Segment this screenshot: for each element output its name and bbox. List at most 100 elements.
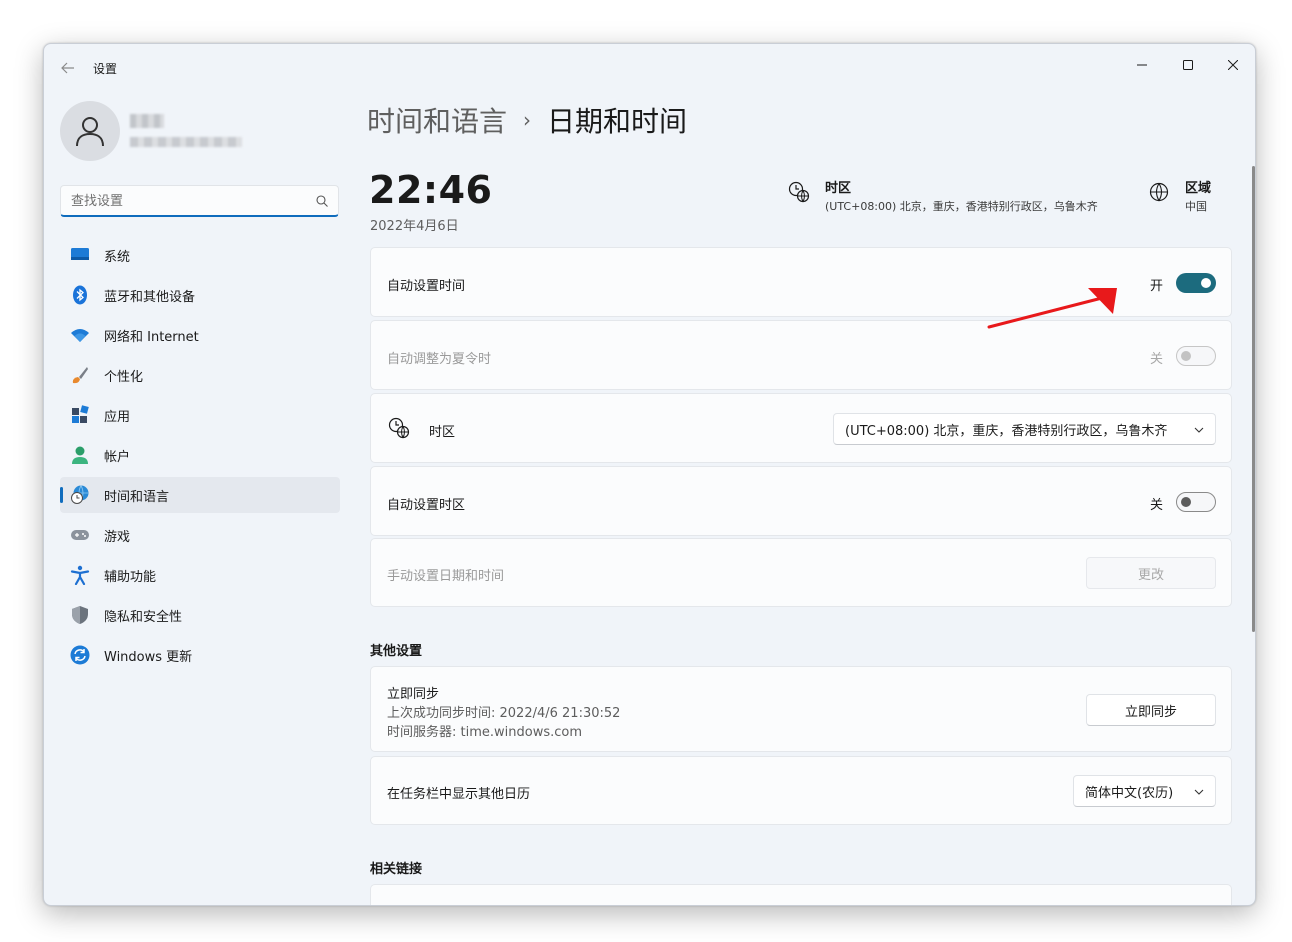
timezone-card: 时区 (UTC+08:00) 北京，重庆，香港特别行政区，乌鲁木齐 [370, 393, 1232, 463]
scrollbar[interactable] [1252, 166, 1255, 632]
sidebar-item-privacy[interactable]: 隐私和安全性 [60, 597, 340, 633]
annotation-arrow-icon [987, 288, 1117, 329]
sidebar-item-system[interactable]: 系统 [60, 237, 340, 273]
title-bar: 设置 [44, 44, 1255, 90]
sidebar-item-label: 应用 [104, 409, 131, 425]
sidebar-item-bluetooth[interactable]: 蓝牙和其他设备 [60, 277, 340, 313]
change-datetime-button[interactable]: 更改 [1086, 557, 1216, 589]
sidebar-item-label: 个性化 [104, 369, 144, 385]
sidebar-item-label: 系统 [104, 249, 131, 265]
close-button[interactable] [1210, 50, 1255, 80]
sidebar-item-label: 帐户 [104, 449, 131, 465]
current-date: 2022年4月6日 [370, 219, 459, 234]
manual-datetime-card: 手动设置日期和时间 更改 [370, 538, 1232, 607]
apps-icon [72, 405, 89, 423]
globe-clock-icon [71, 485, 89, 504]
close-icon [1228, 60, 1238, 70]
auto-time-state: 开 [1150, 279, 1164, 294]
sidebar-item-network[interactable]: 网络和 Internet [60, 317, 340, 353]
sidebar-item-accessibility[interactable]: 辅助功能 [60, 557, 340, 593]
sidebar-item-personalization[interactable]: 个性化 [60, 357, 340, 393]
search-input[interactable] [71, 191, 301, 211]
sidebar-item-time-language[interactable]: 时间和语言 [60, 477, 340, 513]
timezone-summary-label: 时区 [825, 181, 852, 196]
manual-datetime-label: 手动设置日期和时间 [387, 569, 505, 584]
chevron-down-icon [1194, 427, 1204, 433]
calendar-dropdown-value: 简体中文(农历) [1085, 785, 1174, 801]
region-summary-value: 中国 [1185, 200, 1207, 213]
timezone-summary-value: (UTC+08:00) 北京，重庆，香港特别行政区，乌鲁木齐 [825, 200, 1098, 213]
gamepad-icon [71, 530, 89, 540]
sidebar-item-windows-update[interactable]: Windows 更新 [60, 637, 340, 673]
bluetooth-icon [73, 285, 87, 305]
page-title: 日期和时间 [547, 105, 688, 138]
auto-timezone-label: 自动设置时区 [387, 498, 466, 513]
back-button[interactable] [56, 56, 80, 80]
sidebar-item-gaming[interactable]: 游戏 [60, 517, 340, 553]
related-links-title: 相关链接 [370, 862, 423, 877]
maximize-icon [1183, 60, 1193, 70]
timezone-dropdown-value: (UTC+08:00) 北京，重庆，香港特别行政区，乌鲁木齐 [845, 423, 1168, 439]
related-link-card[interactable] [370, 884, 1232, 905]
toggle-knob [1201, 278, 1211, 288]
dst-state: 关 [1150, 352, 1164, 367]
refresh-icon [70, 645, 90, 665]
auto-timezone-card: 自动设置时区 关 [370, 466, 1232, 536]
minimize-button[interactable] [1119, 50, 1165, 80]
sidebar-item-label: 游戏 [104, 529, 131, 545]
timezone-dropdown[interactable]: (UTC+08:00) 北京，重庆，香港特别行政区，乌鲁木齐 [833, 413, 1216, 445]
dst-label: 自动调整为夏令时 [387, 352, 492, 367]
app-title: 设置 [93, 62, 118, 76]
last-sync-text: 上次成功同步时间: 2022/4/6 21:30:52 [387, 706, 621, 721]
other-settings-title: 其他设置 [370, 644, 423, 659]
sidebar-nav: 系统 蓝牙和其他设备 网络和 Internet 个性化 应用 帐户 时间和语言 [60, 237, 340, 677]
chevron-down-icon [1194, 789, 1204, 795]
auto-timezone-state: 关 [1150, 498, 1164, 513]
search-box[interactable] [60, 185, 339, 217]
dst-toggle[interactable] [1176, 346, 1216, 366]
sidebar-item-label: 网络和 Internet [104, 329, 199, 345]
timezone-label: 时区 [429, 425, 456, 440]
calendar-card: 在任务栏中显示其他日历 简体中文(农历) [370, 756, 1232, 825]
avatar[interactable] [60, 101, 120, 161]
sidebar-item-label: Windows 更新 [104, 649, 193, 665]
accessibility-icon [70, 565, 90, 585]
current-time: 22:46 [369, 168, 493, 212]
timezone-icon [788, 181, 810, 203]
breadcrumb-separator: › [523, 108, 532, 132]
settings-window: 设置 系统 蓝牙和其他设备 网络和 Internet [43, 43, 1256, 906]
maximize-button[interactable] [1165, 50, 1211, 80]
minimize-icon [1137, 64, 1147, 66]
user-icon [76, 117, 104, 147]
sidebar-item-accounts[interactable]: 帐户 [60, 437, 340, 473]
account-email-blurred [130, 137, 242, 147]
account-name-blurred [130, 114, 164, 128]
sidebar-item-label: 蓝牙和其他设备 [104, 289, 196, 305]
search-icon[interactable] [315, 194, 329, 208]
calendar-label: 在任务栏中显示其他日历 [387, 787, 531, 802]
breadcrumb: 时间和语言 › 日期和时间 [367, 100, 687, 140]
sync-now-button[interactable]: 立即同步 [1086, 694, 1216, 726]
timezone-icon [388, 417, 410, 439]
sync-card: 立即同步 上次成功同步时间: 2022/4/6 21:30:52 时间服务器: … [370, 666, 1232, 752]
calendar-dropdown[interactable]: 简体中文(农历) [1073, 775, 1216, 807]
sidebar-item-label: 辅助功能 [104, 569, 157, 585]
shield-icon [72, 606, 88, 624]
display-icon [71, 248, 89, 260]
person-icon [72, 446, 88, 464]
region-summary-label: 区域 [1185, 181, 1212, 196]
auto-time-toggle[interactable] [1176, 273, 1216, 293]
brush-icon [72, 367, 88, 384]
toggle-knob [1181, 497, 1191, 507]
auto-time-label: 自动设置时间 [387, 279, 466, 294]
wifi-icon [71, 329, 89, 342]
globe-icon [1149, 182, 1169, 202]
sidebar-item-label: 隐私和安全性 [104, 609, 183, 625]
sync-label: 立即同步 [387, 687, 440, 702]
auto-timezone-toggle[interactable] [1176, 492, 1216, 512]
time-server-text: 时间服务器: time.windows.com [387, 725, 583, 740]
sidebar-item-apps[interactable]: 应用 [60, 397, 340, 433]
back-arrow-icon [61, 62, 74, 74]
sidebar-item-label: 时间和语言 [104, 489, 170, 505]
breadcrumb-parent[interactable]: 时间和语言 [367, 100, 507, 140]
